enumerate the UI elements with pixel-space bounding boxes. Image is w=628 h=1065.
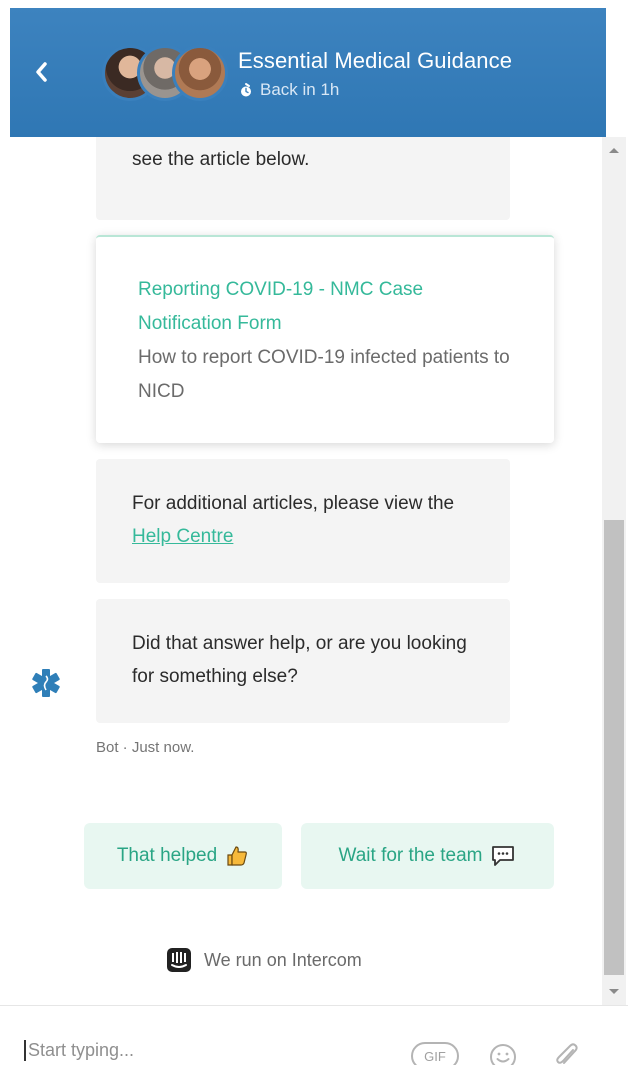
article-card[interactable]: Reporting COVID-19 - NMC Case Notificati… [96,235,554,443]
reply-label: Wait for the team [338,845,483,866]
help-centre-link[interactable]: Help Centre [132,526,233,547]
scroll-down-icon[interactable] [609,989,619,994]
avatar [172,45,228,101]
clock-icon [241,83,251,97]
status-text: Back in 1h [260,80,340,99]
message-composer: GIF [0,1005,628,1065]
message-bubble: see the article below. [96,137,510,220]
medical-star-icon [32,669,60,697]
paperclip-icon[interactable] [551,1040,581,1065]
availability-status: Back in 1h [240,80,339,100]
intercom-branding[interactable]: We run on Intercom [166,947,362,973]
reply-label: That helped [116,845,218,866]
message-bubble: Did that answer help, or are you looking… [96,599,510,723]
message-text: Did that answer help, or are you looking… [132,633,467,687]
message-bubble: For additional articles, please view the… [96,459,510,583]
message-input[interactable] [24,1040,384,1061]
article-title-link[interactable]: Reporting COVID-19 - NMC Case Notificati… [138,273,512,341]
message-text: For additional articles, please view the [132,493,455,514]
team-avatars [102,45,232,105]
message-text: see the article below. [132,149,310,170]
chat-header: Essential Medical Guidance Back in 1h [10,8,606,137]
brand-text: We run on Intercom [204,949,362,970]
scroll-thumb[interactable] [604,520,624,975]
conversation[interactable]: see the article below. Reporting COVID-1… [10,137,606,1005]
gif-button[interactable]: GIF [411,1042,459,1065]
message-meta: Bot · Just now. [96,739,195,756]
that-helped-button[interactable]: That helped [84,823,282,889]
intercom-logo-icon [167,948,191,972]
wait-for-team-button[interactable]: Wait for the team [301,823,554,889]
chevron-left-icon [36,62,47,82]
scrollbar[interactable] [602,137,626,1005]
scroll-up-icon[interactable] [609,148,619,153]
thumbs-up-icon [227,846,248,866]
chat-title: Essential Medical Guidance [238,48,513,73]
emoji-icon[interactable] [488,1042,518,1065]
back-button[interactable] [26,54,56,90]
article-description: How to report COVID-19 infected patients… [138,347,510,402]
gif-label: GIF [424,1048,446,1064]
chat-bubble-icon [492,846,515,866]
